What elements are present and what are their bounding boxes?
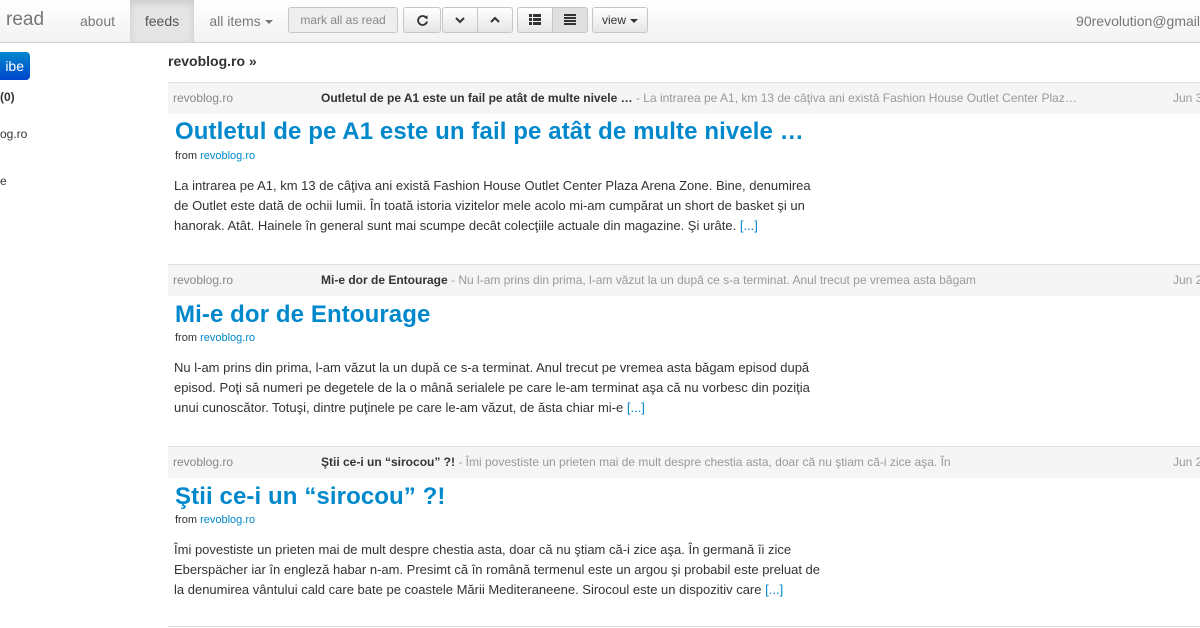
entry-date: Jun 3 [1173,91,1200,105]
entry-date: Jun 2 [1173,455,1200,469]
list-view-icon [529,14,541,25]
list-view-button[interactable] [517,7,553,33]
all-items-count[interactable]: (0) [0,90,15,104]
from-label: from [175,332,197,344]
entry-row-summary: - Nu l-am prins din prima, l-am văzut la… [447,273,976,287]
divider [168,626,1200,627]
refresh-icon [416,15,428,26]
entry-title-link[interactable]: Mi-e dor de Entourage [175,301,430,329]
entry-body-text: La intrarea pe A1, km 13 de câţiva ani e… [174,178,811,233]
entry-source-line: from revoblog.ro [175,514,255,526]
chevron-up-icon [490,16,500,23]
expanded-view-icon [564,14,576,25]
user-account[interactable]: 90revolution@gmail [1076,0,1200,42]
view-dropdown[interactable]: view [592,7,648,33]
all-items-dropdown[interactable]: all items [196,0,286,42]
read-more-link[interactable]: [...] [740,218,758,233]
entry-date: Jun 2 [1173,273,1200,287]
view-label: view [601,13,626,27]
nav-about[interactable]: about [65,0,130,42]
from-label: from [175,514,197,526]
entry-source-link[interactable]: revoblog.ro [200,332,255,344]
entry-row-text: Mi-e dor de Entourage - Nu l-am prins di… [321,265,1147,296]
expanded-view-button[interactable] [552,7,588,33]
next-item-button[interactable] [442,7,478,33]
subscribe-button[interactable]: ibe [0,52,30,80]
entry-row-text: Outletul de pe A1 este un fail pe atât d… [321,83,1147,114]
entry-body-text: Nu l-am prins din prima, l-am văzut la u… [174,360,810,415]
entry-feed-name: revoblog.ro [173,273,234,287]
entry-body-text: Îmi povestiste un prieten mai de mult de… [174,542,821,597]
sidebar-feed-item[interactable]: e [0,174,7,188]
from-label: from [175,150,197,162]
entry-row-text: Ştii ce-i un “sirocou” ?! - Îmi povestis… [321,447,1147,478]
entry-title-link[interactable]: Outletul de pe A1 este un fail pe atât d… [175,118,804,146]
entry-body: Nu l-am prins din prima, l-am văzut la u… [174,358,824,418]
entry-body: La intrarea pe A1, km 13 de câţiva ani e… [174,176,824,236]
entry-feed-name: revoblog.ro [173,455,234,469]
entry-feed-name: revoblog.ro [173,91,234,105]
all-items-label: all items [209,13,261,29]
caret-down-icon [630,18,638,23]
brand-logo[interactable]: read [6,9,44,31]
entry-source-line: from revoblog.ro [175,150,255,162]
entry-row-title: Ştii ce-i un “sirocou” ?! [321,455,456,469]
caret-down-icon [264,20,273,25]
read-more-link[interactable]: [...] [765,582,783,597]
entry-source-link[interactable]: revoblog.ro [200,514,255,526]
entry-row-summary: - La intrarea pe A1, km 13 de câţiva ani… [632,91,1077,105]
top-navbar: read about feeds all items mark all as r… [0,0,1200,43]
nav-feeds[interactable]: feeds [130,0,194,42]
read-more-link[interactable]: [...] [627,400,645,415]
entry-source-link[interactable]: revoblog.ro [200,150,255,162]
mark-all-read-button[interactable]: mark all as read [288,7,398,33]
chevron-down-icon [455,17,465,24]
entry-row-title: Outletul de pe A1 este un fail pe atât d… [321,91,633,105]
sidebar-feed-item[interactable]: og.ro [0,127,27,141]
breadcrumb[interactable]: revoblog.ro » [168,53,257,69]
entry-row-summary: - Îmi povestiste un prieten mai de mult … [455,455,951,469]
entry-row-title: Mi-e dor de Entourage [321,273,448,287]
entry-row[interactable]: revoblog.ro Ştii ce-i un “sirocou” ?! - … [168,446,1200,478]
entry-body: Îmi povestiste un prieten mai de mult de… [174,540,824,600]
entry-row[interactable]: revoblog.ro Outletul de pe A1 este un fa… [168,82,1200,114]
previous-item-button[interactable] [477,7,513,33]
entry-source-line: from revoblog.ro [175,332,255,344]
entry-title-link[interactable]: Ştii ce-i un “sirocou” ?! [175,483,446,511]
refresh-button[interactable] [403,7,441,33]
entry-row[interactable]: revoblog.ro Mi-e dor de Entourage - Nu l… [168,264,1200,296]
